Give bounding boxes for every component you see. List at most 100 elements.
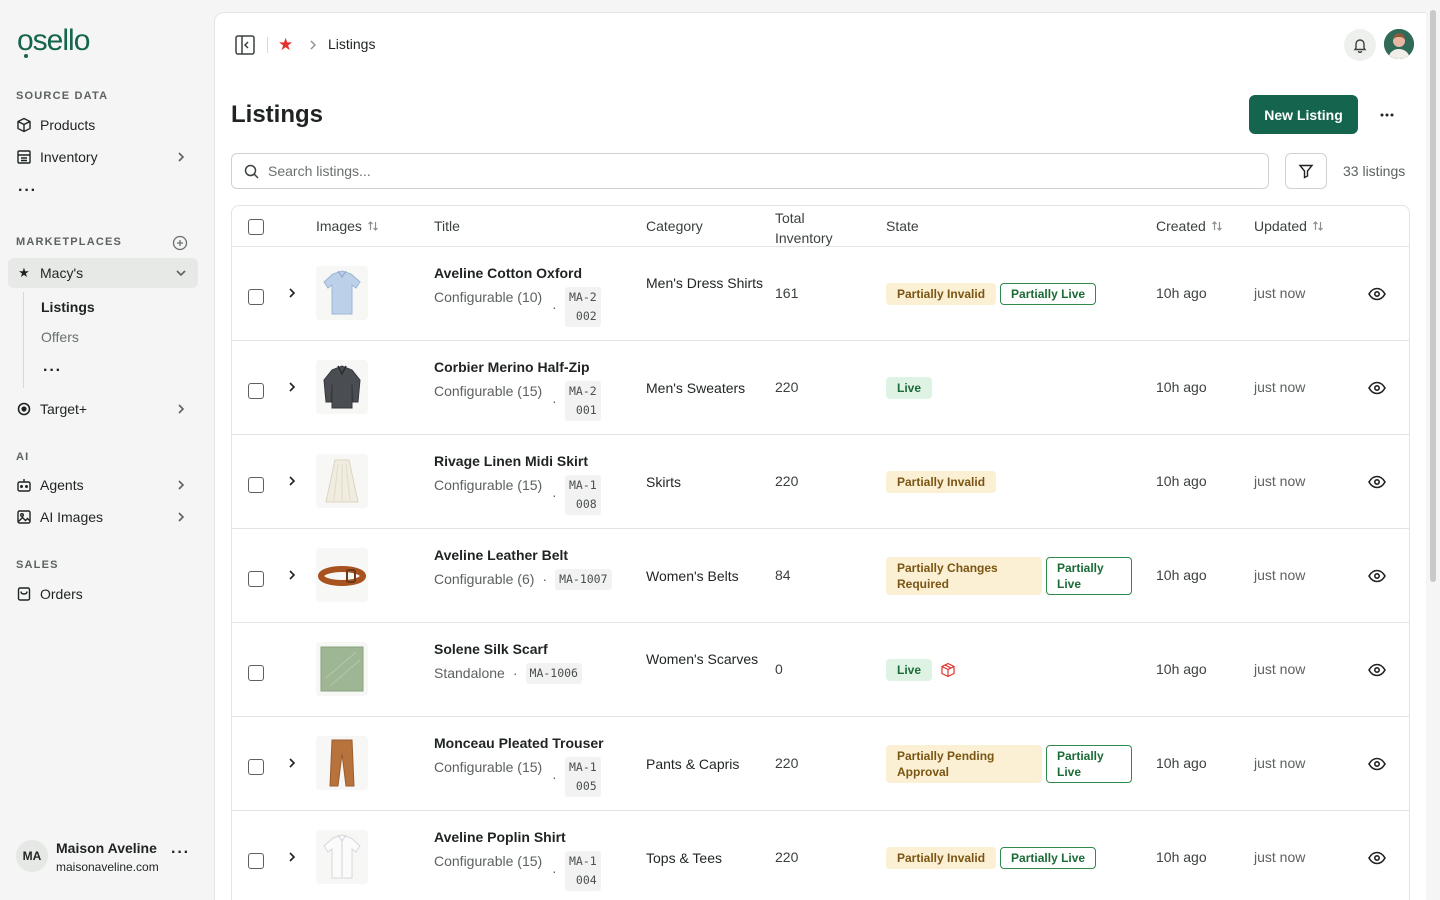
new-listing-button[interactable]: New Listing xyxy=(1249,95,1358,134)
separator-dot: · xyxy=(552,393,557,409)
header-created[interactable]: Created xyxy=(1156,218,1223,234)
header-updated[interactable]: Updated xyxy=(1254,218,1324,234)
expand-chevron-icon[interactable] xyxy=(287,475,297,487)
table-row[interactable]: Monceau Pleated Trouser Configurable (15… xyxy=(232,717,1409,811)
notifications-button[interactable] xyxy=(1344,29,1376,61)
sidebar-item-target[interactable]: Target+ xyxy=(8,394,198,424)
page-more-button[interactable] xyxy=(1373,101,1401,129)
row-checkbox[interactable] xyxy=(248,853,264,869)
search-input[interactable] xyxy=(268,163,1168,179)
user-account[interactable]: MA Maison Aveline maisonaveline.com ··· xyxy=(16,838,198,878)
image-icon xyxy=(16,509,32,525)
product-thumbnail[interactable] xyxy=(316,642,368,696)
sidebar-item-products[interactable]: Products xyxy=(8,110,198,140)
title-cell: Rivage Linen Midi Skirt Configurable (15… xyxy=(434,453,624,515)
header-images[interactable]: Images xyxy=(316,218,379,234)
window-scrollbar[interactable] xyxy=(1426,0,1440,900)
scrollbar-thumb[interactable] xyxy=(1430,10,1436,582)
product-thumbnail[interactable] xyxy=(316,454,368,508)
search-box[interactable] xyxy=(231,153,1269,189)
header-title: Title xyxy=(434,218,460,234)
sidebar-item-inventory[interactable]: Inventory xyxy=(8,142,198,172)
view-eye-icon[interactable] xyxy=(1368,287,1386,301)
belt-image xyxy=(318,566,366,586)
favorite-star-icon[interactable]: ★ xyxy=(278,35,293,55)
table-row[interactable]: Aveline Leather Belt Configurable (6) · … xyxy=(232,529,1409,623)
source-more-icon[interactable]: ··· xyxy=(18,183,37,199)
header-inventory: Total Inventory xyxy=(775,208,833,248)
row-checkbox[interactable] xyxy=(248,289,264,305)
sidebar-item-orders[interactable]: Orders xyxy=(8,579,198,609)
table-row[interactable]: Corbier Merino Half-Zip Configurable (15… xyxy=(232,341,1409,435)
product-thumbnail[interactable] xyxy=(316,360,368,414)
skirt-image xyxy=(325,459,359,503)
expand-chevron-icon[interactable] xyxy=(287,287,297,299)
view-eye-icon[interactable] xyxy=(1368,381,1386,395)
row-checkbox[interactable] xyxy=(248,759,264,775)
title-cell: Solene Silk Scarf Standalone · MA-1006 xyxy=(434,641,624,684)
view-eye-icon[interactable] xyxy=(1368,663,1386,677)
product-name[interactable]: Rivage Linen Midi Skirt xyxy=(434,453,624,469)
chevron-right-icon xyxy=(178,512,185,522)
svg-text:osello: osello xyxy=(17,25,90,57)
sidebar-item-macys[interactable]: ★ Macy's xyxy=(8,258,198,288)
status-badge: Partially Pending Approval xyxy=(886,745,1042,783)
package-warning-icon[interactable] xyxy=(940,662,956,678)
product-sku: MA-1006 xyxy=(525,663,582,684)
created-cell: 10h ago xyxy=(1156,849,1207,865)
product-name[interactable]: Aveline Poplin Shirt xyxy=(434,829,624,845)
sidebar-item-label: AI Images xyxy=(40,509,104,525)
profile-avatar[interactable] xyxy=(1384,29,1414,59)
view-eye-icon[interactable] xyxy=(1368,757,1386,771)
product-thumbnail[interactable] xyxy=(316,830,368,884)
product-type: Configurable (6) xyxy=(434,571,535,587)
row-checkbox[interactable] xyxy=(248,383,264,399)
sidebar-subitem-listings[interactable]: Listings xyxy=(41,299,95,315)
product-name[interactable]: Solene Silk Scarf xyxy=(434,641,624,657)
sidebar-item-agents[interactable]: Agents xyxy=(8,470,198,500)
table-row[interactable]: Rivage Linen Midi Skirt Configurable (15… xyxy=(232,435,1409,529)
sort-icon[interactable] xyxy=(367,220,379,232)
filter-button[interactable] xyxy=(1285,153,1327,189)
header-label: Total xyxy=(775,210,805,226)
row-checkbox[interactable] xyxy=(248,571,264,587)
expand-chevron-icon[interactable] xyxy=(287,381,297,393)
view-eye-icon[interactable] xyxy=(1368,475,1386,489)
product-thumbnail[interactable] xyxy=(316,548,368,602)
add-marketplace-icon[interactable] xyxy=(172,235,188,251)
expand-chevron-icon[interactable] xyxy=(287,569,297,581)
table-row[interactable]: Aveline Cotton Oxford Configurable (10) … xyxy=(232,247,1409,341)
updated-cell: just now xyxy=(1254,473,1306,489)
view-eye-icon[interactable] xyxy=(1368,851,1386,865)
row-checkbox[interactable] xyxy=(248,477,264,493)
filter-icon xyxy=(1298,164,1314,179)
table-row[interactable]: Aveline Poplin Shirt Configurable (15) ·… xyxy=(232,811,1409,900)
product-name[interactable]: Monceau Pleated Trouser xyxy=(434,735,624,751)
sidebar-toggle-icon[interactable] xyxy=(234,34,256,56)
expand-chevron-icon[interactable] xyxy=(287,851,297,863)
table-row[interactable]: Solene Silk Scarf Standalone · MA-1006 W… xyxy=(232,623,1409,717)
target-icon xyxy=(16,401,32,417)
expand-chevron-icon[interactable] xyxy=(287,757,297,769)
sidebar-item-ai-images[interactable]: AI Images xyxy=(8,502,198,532)
sidebar-subitem-offers[interactable]: Offers xyxy=(41,329,79,345)
row-checkbox[interactable] xyxy=(248,665,264,681)
user-menu-icon[interactable]: ··· xyxy=(171,845,190,861)
sort-icon[interactable] xyxy=(1211,220,1223,232)
state-cell: Partially Invalid Partially Live xyxy=(886,283,1097,305)
product-name[interactable]: Aveline Leather Belt xyxy=(434,547,624,563)
status-badge: Live xyxy=(886,377,933,399)
view-eye-icon[interactable] xyxy=(1368,569,1386,583)
product-thumbnail[interactable] xyxy=(316,266,368,320)
select-all-checkbox[interactable] xyxy=(248,219,264,235)
osello-logo[interactable]: osello xyxy=(17,24,111,60)
product-name[interactable]: Aveline Cotton Oxford xyxy=(434,265,624,281)
warehouse-icon xyxy=(16,149,32,165)
sort-icon[interactable] xyxy=(1312,220,1324,232)
product-thumbnail[interactable] xyxy=(316,736,368,790)
breadcrumb-current[interactable]: Listings xyxy=(328,36,375,52)
marketplace-more-icon[interactable]: ··· xyxy=(43,363,62,379)
product-type: Configurable (15) xyxy=(434,759,543,775)
product-name[interactable]: Corbier Merino Half-Zip xyxy=(434,359,624,375)
category-cell: Pants & Capris xyxy=(646,756,740,772)
